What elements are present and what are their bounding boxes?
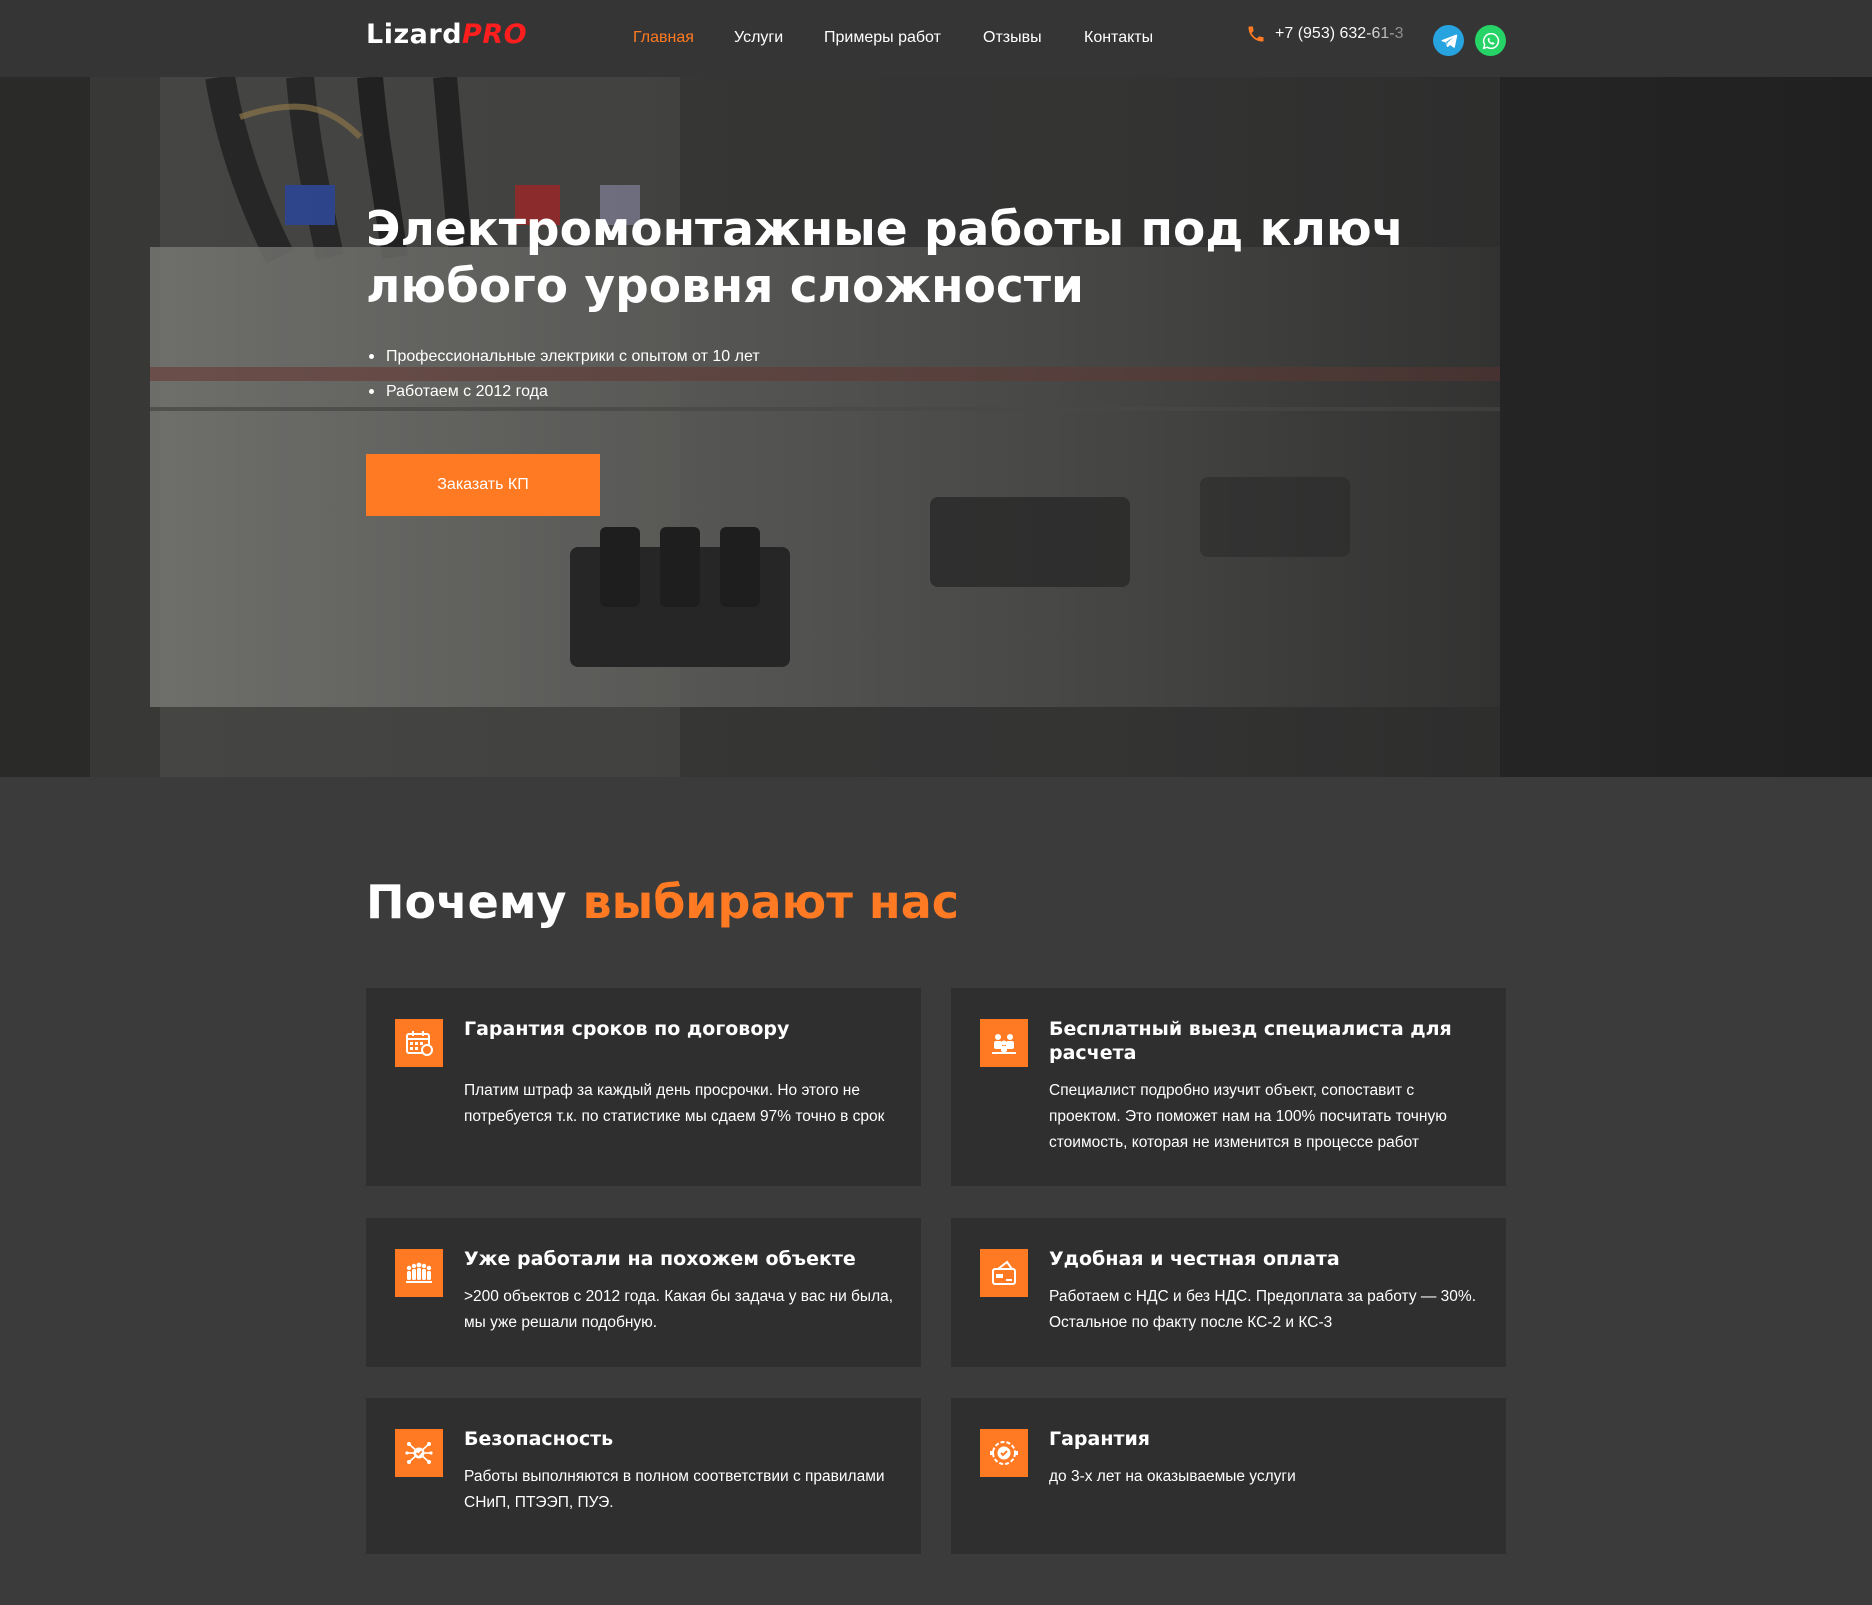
hero-title: Электромонтажные работы под ключ любого … [366, 202, 1404, 314]
feature-card-text: >200 объектов с 2012 года. Какая бы зада… [464, 1288, 894, 1331]
site-header: LizardPRO Главная Услуги Примеры работ О… [0, 0, 1872, 77]
logo[interactable]: LizardPRO [366, 19, 527, 51]
why-us-title-white: Почему [366, 875, 567, 929]
feature-card-text: Работы выполняются в полном соответствии… [464, 1468, 885, 1511]
telegram-icon [1441, 34, 1457, 48]
crowd-icon [395, 1249, 443, 1297]
telegram-button[interactable] [1433, 25, 1464, 56]
feature-card: Удобная и честная оплата Работаем с НДС … [951, 1218, 1506, 1367]
feature-card: Гарантия сроков по договору Платим штраф… [366, 988, 921, 1186]
phone-icon [1248, 26, 1264, 42]
nav-link-home[interactable]: Главная [633, 28, 694, 48]
hero-bullets: Профессиональные электрики с опытом от 1… [366, 339, 760, 409]
hero-bullet: Профессиональные электрики с опытом от 1… [366, 339, 760, 374]
warranty-badge-icon [980, 1429, 1028, 1477]
feature-card: Бесплатный выезд специалиста для расчета… [951, 988, 1506, 1186]
logo-text-main: Lizard [366, 19, 463, 50]
feature-card-text: Работаем с НДС и без НДС. Предоплата за … [1049, 1288, 1477, 1331]
feature-card: Безопасность Работы выполняются в полном… [366, 1398, 921, 1554]
feature-card-text: Специалист подробно изучит объект, сопос… [1049, 1082, 1447, 1151]
phone-number: +7 (953) 632-61-3 [1275, 24, 1431, 44]
nav-link-contacts[interactable]: Контакты [1084, 28, 1153, 48]
whatsapp-button[interactable] [1475, 25, 1506, 56]
calendar-icon [395, 1019, 443, 1067]
order-proposal-button[interactable]: Заказать КП [366, 454, 600, 516]
why-us-title: Почему выбирают нас [366, 874, 959, 930]
feature-card-text: до 3-х лет на оказываемые услуги [1049, 1468, 1296, 1485]
hero-bullet: Работаем с 2012 года [366, 374, 760, 409]
nav-link-portfolio[interactable]: Примеры работ [824, 28, 941, 48]
payment-card-icon [980, 1249, 1028, 1297]
whatsapp-icon [1482, 32, 1499, 49]
feature-card-title: Гарантия сроков по договору [464, 1018, 790, 1040]
nav-link-services[interactable]: Услуги [734, 28, 783, 48]
feature-card-title: Удобная и честная оплата [1049, 1248, 1340, 1270]
feature-card-title: Гарантия [1049, 1428, 1151, 1450]
feature-card: Гарантия до 3-х лет на оказываемые услуг… [951, 1398, 1506, 1554]
team-icon [980, 1019, 1028, 1067]
hero-section: Электромонтажные работы под ключ любого … [0, 77, 1872, 777]
feature-card-title: Уже работали на похожем объекте [464, 1248, 856, 1270]
nav-link-reviews[interactable]: Отзывы [983, 28, 1042, 48]
why-us-title-orange: выбирают нас [582, 875, 959, 929]
feature-card: Уже работали на похожем объекте >200 объ… [366, 1218, 921, 1367]
safety-network-icon [395, 1429, 443, 1477]
logo-text-pro: PRO [462, 19, 528, 50]
feature-card-title: Бесплатный выезд специалиста для расчета [1049, 1018, 1452, 1064]
hero-content: Электромонтажные работы под ключ любого … [366, 77, 1506, 777]
header-phone[interactable]: +7 (953) 632-61-3 [1246, 22, 1431, 46]
feature-card-text: Платим штраф за каждый день просрочки. Н… [464, 1082, 885, 1125]
feature-card-title: Безопасность [464, 1428, 614, 1450]
